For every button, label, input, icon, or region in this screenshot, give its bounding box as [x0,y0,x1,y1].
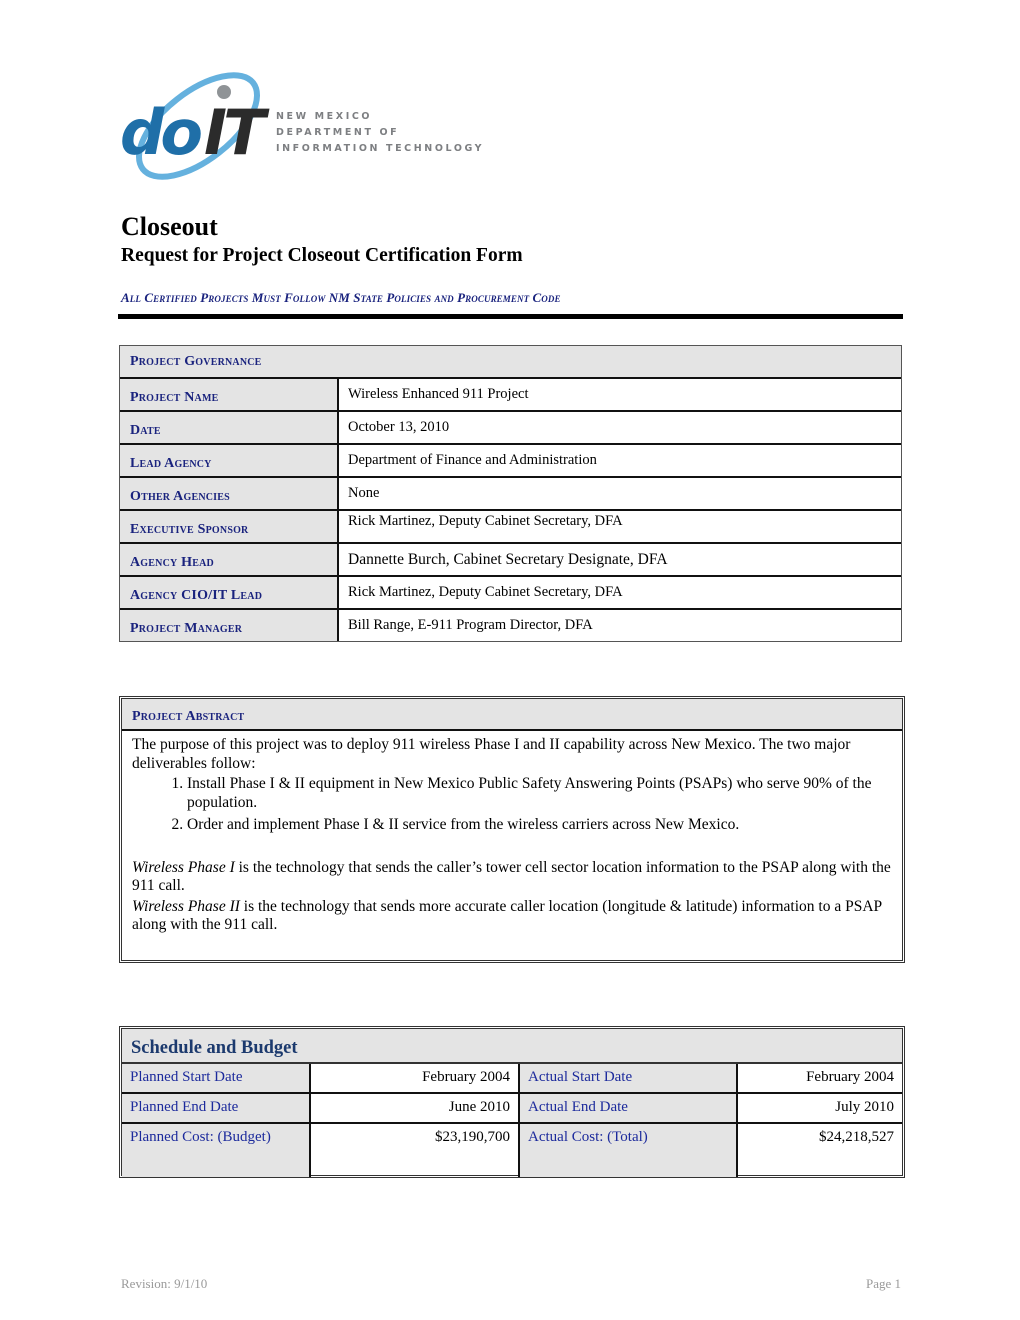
planned-start-label: Planned Start Date [122,1064,311,1092]
list-item: Order and implement Phase I & II service… [187,816,892,835]
project-name-value: Wireless Enhanced 911 Project [348,386,529,402]
actual-cost-value: $24,218,527 [819,1129,894,1145]
table-row: Project Manager Bill Range, E-911 Progra… [120,610,901,641]
table-row: Executive Sponsor Rick Martinez, Deputy … [120,511,901,544]
planned-cost-label: Planned Cost: (Budget) [122,1124,311,1177]
page-subtitle: Request for Project Closeout Certificati… [121,245,523,266]
executive-sponsor-value: Rick Martinez, Deputy Cabinet Secretary,… [348,513,623,529]
table-row: Lead Agency Department of Finance and Ad… [120,445,901,478]
table-row: Planned Cost: (Budget) $23,190,700 Actua… [122,1124,902,1177]
org-line-2: DEPARTMENT OF [276,127,400,138]
project-manager-value: Bill Range, E-911 Program Director, DFA [348,617,593,633]
table-row: Date October 13, 2010 [120,412,901,445]
org-line-1: NEW MEXICO [276,111,373,122]
actual-start-label: Actual Start Date [520,1064,738,1092]
policy-notice: All Certified Projects Must Follow NM St… [121,290,561,305]
svg-text:do: do [120,96,201,169]
actual-start-value: February 2004 [806,1069,894,1085]
governance-heading-row: Project Governance [120,346,901,379]
table-row: Other Agencies None [120,478,901,511]
planned-end-label: Planned End Date [122,1094,311,1122]
table-row: Planned End Date June 2010 Actual End Da… [122,1094,902,1124]
svg-text:IT: IT [204,96,270,169]
table-row: Agency Head Dannette Burch, Cabinet Secr… [120,544,901,577]
abstract-heading-row: Project Abstract [122,699,902,731]
schedule-budget-table: Schedule and Budget Planned Start Date F… [119,1026,905,1178]
date-label: Date [130,423,161,438]
doit-logo-mark: do IT [120,72,274,180]
planned-end-value: June 2010 [311,1094,520,1122]
planned-start-value: February 2004 [311,1064,520,1092]
agency-cio-value: Rick Martinez, Deputy Cabinet Secretary,… [348,584,623,600]
other-agencies-label: Other Agencies [130,489,230,504]
phase1-definition: Wireless Phase I is the technology that … [132,858,891,895]
list-item: Install Phase I & II equipment in New Me… [187,775,892,812]
actual-end-label: Actual End Date [520,1094,738,1122]
divider [118,314,903,319]
deliverables-list: Install Phase I & II equipment in New Me… [132,775,892,835]
page-title: Closeout [121,212,218,241]
governance-heading: Project Governance [130,353,262,369]
date-value: October 13, 2010 [348,419,450,435]
org-line-3: INFORMATION TECHNOLOGY [276,143,485,154]
actual-end-value: July 2010 [835,1099,894,1115]
abstract-body: The purpose of this project was to deplo… [122,731,902,935]
page-number: Page 1 [865,1276,901,1291]
actual-cost-label: Actual Cost: (Total) [520,1124,738,1177]
other-agencies-value: None [348,485,380,501]
lead-agency-label: Lead Agency [130,456,212,471]
table-row: Planned Start Date February 2004 Actual … [122,1064,902,1094]
project-name-label: Project Name [130,390,219,405]
agency-head-value: Dannette Burch, Cabinet Secretary Design… [348,551,668,568]
agency-cio-label: Agency CIO/IT Lead [130,588,263,603]
org-name: NEW MEXICO DEPARTMENT OF INFORMATION TEC… [276,109,484,157]
agency-head-label: Agency Head [130,555,214,570]
phase1-term: Wireless Phase I [132,858,235,876]
planned-cost-value: $23,190,700 [311,1124,520,1177]
revision-date: Revision: 9/1/10 [121,1276,208,1291]
lead-agency-value: Department of Finance and Administration [348,452,597,468]
schedule-heading: Schedule and Budget [122,1029,902,1064]
project-governance-table: Project Governance Project Name Wireless… [119,345,902,642]
phase2-definition: Wireless Phase II is the technology that… [132,897,882,934]
table-row: Agency CIO/IT Lead Rick Martinez, Deputy… [120,577,901,610]
project-manager-label: Project Manager [130,621,243,636]
project-abstract-table: Project Abstract The purpose of this pro… [119,696,905,963]
phase2-term: Wireless Phase II [132,897,240,915]
abstract-intro: The purpose of this project was to deplo… [132,736,851,772]
executive-sponsor-label: Executive Sponsor [130,522,249,537]
table-row: Project Name Wireless Enhanced 911 Proje… [120,379,901,412]
doit-logo: do IT NEW MEXICO DEPARTMENT OF INFORMATI… [118,62,488,190]
abstract-heading: Project Abstract [132,709,245,724]
